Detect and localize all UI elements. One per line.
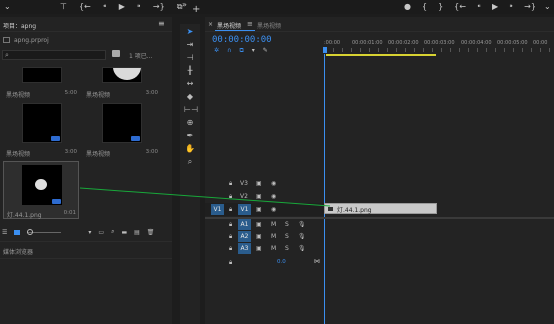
drag-line-overlay	[79, 187, 331, 207]
drag-line	[79, 187, 331, 207]
